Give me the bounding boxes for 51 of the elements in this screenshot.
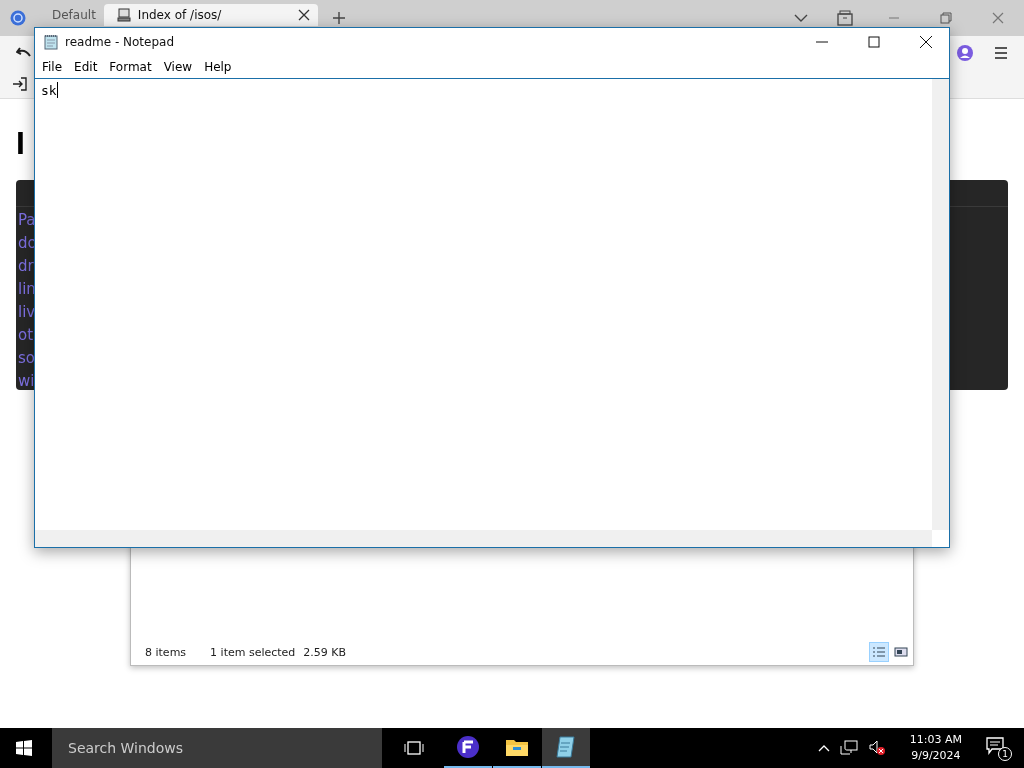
browser-tab[interactable]: Index of /isos/ [103,4,318,26]
close-icon[interactable] [297,9,310,21]
menu-item[interactable]: View [157,60,199,74]
sign-in-icon[interactable] [12,76,28,92]
window-icon [894,646,908,658]
menu-item[interactable]: Edit [68,60,104,74]
text-caret [56,82,58,98]
muted-speaker-icon[interactable] [867,740,886,756]
network-icon[interactable] [839,740,858,756]
vertical-scrollbar[interactable] [932,79,949,530]
chevron-up-icon[interactable] [817,744,830,752]
browser-logo-icon[interactable] [10,10,26,26]
document-text: sk [41,82,57,98]
chevron-down-icon[interactable] [794,13,808,23]
notification-icon[interactable] [986,737,1004,755]
item-count: 8 items [145,645,187,659]
maximize-icon[interactable] [868,36,880,48]
window-title: readme - Notepad [65,35,175,49]
archive-icon[interactable] [836,10,854,26]
panel-text: Pa [17,210,34,231]
new-tab-icon[interactable] [331,11,346,25]
panel-text: lin [17,279,34,300]
panel-text: dr [17,256,34,277]
panel-text: liv [17,302,34,323]
menu-icon[interactable] [994,47,1008,59]
menu-item[interactable]: File [36,60,69,74]
page-heading: I [16,125,26,162]
panel-text: ot [17,325,34,346]
clock-date[interactable]: 9/9/2024 [911,748,961,764]
menu-item[interactable]: Help [198,60,238,74]
horizontal-scrollbar[interactable] [35,530,932,547]
restore-icon[interactable] [940,12,952,24]
clock-time[interactable]: 11:03 AM [909,732,962,748]
close-icon[interactable] [920,36,932,48]
start-icon[interactable] [16,740,32,756]
task-view-icon[interactable] [404,740,424,756]
computer-icon [115,7,132,23]
selection-size: 2.59 KB [303,645,347,659]
app-icon [456,735,480,759]
search-field[interactable]: Search Windows [52,728,382,768]
panel-text: wi [17,371,34,392]
list-icon [872,646,886,658]
taskbar-app[interactable] [542,728,590,768]
menu-item[interactable]: Format [103,60,158,74]
panel-text: so [17,348,34,369]
selection-info: 1 item selected [210,645,296,659]
notepad-icon [555,735,577,759]
account-icon[interactable] [956,44,974,62]
browser-tab[interactable]: Default [40,4,104,26]
notification-badge: 1 [998,747,1012,761]
notepad-icon [43,34,59,50]
